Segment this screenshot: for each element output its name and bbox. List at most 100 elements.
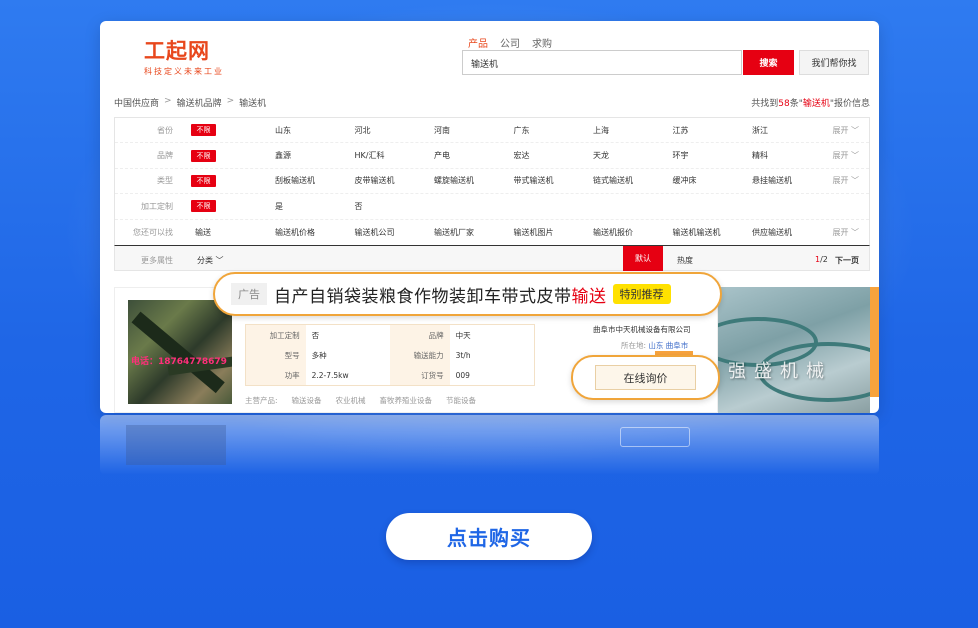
filter-any-badge[interactable]: 不限	[191, 174, 216, 187]
ad-title[interactable]: 自产自销袋装粮食作物装卸车带式皮带输送	[274, 282, 607, 307]
expand-label: 展开	[832, 125, 849, 135]
phone-watermark: 电话：18764778679	[131, 357, 227, 367]
filter-row-related: 您还可以找 输送 输送机价格 输送机公司 输送机厂家 输送机图片 输送机报价 输…	[115, 220, 869, 245]
filter-option[interactable]: 皮带输送机	[355, 175, 435, 186]
reflection-image	[126, 425, 226, 465]
result-keyword: 输送机	[802, 99, 830, 109]
search-input[interactable]: 输送机	[462, 50, 742, 75]
filter-option[interactable]: 天龙	[593, 150, 673, 161]
help-find-button[interactable]: 我们帮你找	[799, 50, 869, 75]
ad-tag: 广告	[231, 283, 267, 305]
spec-key: 功率	[246, 365, 306, 385]
filter-option[interactable]: 产电	[434, 150, 514, 161]
conveyor-belt-shape	[131, 311, 225, 394]
filter-row-type: 类型 不限 刮板输送机 皮带输送机 螺旋输送机 带式输送机 链式输送机 缓冲床 …	[115, 169, 869, 195]
main-products-label: 主营产品:	[245, 396, 278, 405]
card-reflection	[100, 415, 879, 475]
breadcrumb-item-suppliers[interactable]: 中国供应商	[114, 96, 159, 109]
filter-options: 是 否	[275, 201, 434, 212]
filter-option[interactable]: 带式输送机	[514, 175, 594, 186]
related-search[interactable]: 输送机报价	[593, 227, 673, 238]
filter-option[interactable]: 上海	[593, 125, 673, 136]
buy-now-button[interactable]: 点击购买	[386, 513, 592, 560]
spec-row: 功率 2.2-7.5kw 订货号 009	[246, 365, 534, 385]
filter-option[interactable]: 链式输送机	[593, 175, 673, 186]
filter-option[interactable]: 刮板输送机	[275, 175, 355, 186]
spec-row: 加工定制 否 品牌 中天	[246, 325, 534, 345]
result-prefix: 共找到	[751, 99, 779, 109]
expand-link[interactable]: 展开 ﹀	[832, 125, 859, 136]
breadcrumb: 中国供应商 > 输送机品牌 > 输送机	[114, 96, 266, 109]
related-search[interactable]: 输送机厂家	[434, 227, 514, 238]
related-search[interactable]: 输送机价格	[275, 227, 355, 238]
tab-companies[interactable]: 公司	[500, 35, 520, 50]
related-search[interactable]: 输送	[195, 227, 211, 238]
expand-link[interactable]: 展开 ﹀	[832, 175, 859, 186]
breadcrumb-item-brands[interactable]: 输送机品牌	[177, 96, 222, 109]
category-dropdown[interactable]: 分类 ﹀	[197, 255, 224, 266]
site-logo[interactable]: 工起网 科技定义未来工业	[144, 35, 224, 77]
spec-value: 3t/h	[455, 350, 471, 360]
online-inquiry-button[interactable]: 在线询价	[595, 365, 696, 390]
chevron-down-icon: ﹀	[215, 256, 224, 265]
filter-option[interactable]: 浙江	[752, 125, 832, 136]
tab-buying[interactable]: 求购	[532, 35, 552, 50]
chevron-down-icon: ﹀	[851, 151, 859, 161]
filter-option[interactable]: HK/汇科	[355, 150, 435, 161]
expand-label: 展开	[832, 227, 849, 237]
filter-options: 山东 河北 河南 广东 上海 江苏 浙江	[275, 125, 832, 136]
filter-any-badge[interactable]: 不限	[191, 200, 216, 213]
filter-option[interactable]: 悬挂输送机	[752, 175, 832, 186]
spec-value: 2.2-7.5kw	[311, 370, 349, 380]
image-watermark: 强盛机械	[728, 361, 832, 382]
spec-row: 型号 多种 输送能力 3t/h	[246, 345, 534, 365]
expand-link[interactable]: 展开 ﹀	[832, 150, 859, 161]
expand-link[interactable]: 展开 ﹀	[832, 227, 859, 238]
page-screenshot-card: 工起网 科技定义未来工业 产品 公司 求购 输送机 搜索 我们帮你找 中国供应商…	[100, 21, 879, 413]
sort-hot-button[interactable]: 热度	[677, 255, 693, 266]
filter-option[interactable]: 螺旋输送机	[434, 175, 514, 186]
main-product-link[interactable]: 输送设备	[292, 395, 322, 406]
breadcrumb-separator: >	[164, 96, 172, 106]
expand-label: 展开	[832, 151, 849, 161]
filter-option[interactable]: 否	[355, 201, 435, 212]
tab-products[interactable]: 产品	[468, 35, 488, 50]
ad-callout[interactable]: 广告 自产自销袋装粮食作物装卸车带式皮带输送 特别推荐	[213, 272, 722, 316]
filter-label: 省份	[157, 125, 173, 135]
filter-option[interactable]: 缓冲床	[673, 175, 753, 186]
logo-slogan: 科技定义未来工业	[144, 67, 224, 76]
result-count: 共找到58条"输送机"报价信息	[751, 96, 870, 109]
filter-option[interactable]: 广东	[514, 125, 594, 136]
sort-default-button[interactable]: 默认	[623, 246, 663, 271]
filter-any-badge[interactable]: 不限	[191, 149, 216, 162]
filter-option[interactable]: 是	[275, 201, 355, 212]
related-search[interactable]: 供应输送机	[752, 227, 832, 238]
filter-option[interactable]: 宏达	[514, 150, 594, 161]
main-product-link[interactable]: 畜牧养殖业设备	[380, 395, 433, 406]
chevron-down-icon: ﹀	[851, 125, 859, 135]
more-attributes-label: 更多属性	[141, 256, 173, 265]
product-image[interactable]: 电话：18764778679	[128, 300, 232, 404]
related-search[interactable]: 输送机输送机	[673, 227, 753, 238]
filter-option[interactable]: 江苏	[673, 125, 753, 136]
spec-key: 输送能力	[390, 345, 450, 365]
expand-label: 展开	[832, 176, 849, 186]
featured-product-image[interactable]: 强盛机械	[718, 287, 870, 413]
related-search[interactable]: 输送机公司	[355, 227, 435, 238]
filter-option[interactable]: 精科	[752, 150, 832, 161]
filter-option[interactable]: 环宇	[673, 150, 753, 161]
main-product-link[interactable]: 节能设备	[446, 395, 476, 406]
company-name[interactable]: 曲阜市中天机械设备有限公司	[593, 324, 691, 335]
filter-option[interactable]: 鑫源	[275, 150, 355, 161]
main-product-link[interactable]: 农业机械	[336, 395, 366, 406]
filter-option[interactable]: 山东	[275, 125, 355, 136]
next-page-link[interactable]: 下一页	[835, 255, 859, 266]
breadcrumb-item-current[interactable]: 输送机	[239, 96, 266, 109]
main-products: 主营产品: 输送设备 农业机械 畜牧养殖业设备 节能设备	[245, 395, 476, 406]
result-mid: 条"	[789, 99, 803, 109]
filter-option[interactable]: 河南	[434, 125, 514, 136]
related-search[interactable]: 输送机图片	[514, 227, 594, 238]
search-button[interactable]: 搜索	[743, 50, 794, 75]
filter-any-badge[interactable]: 不限	[191, 124, 216, 137]
filter-option[interactable]: 河北	[355, 125, 435, 136]
